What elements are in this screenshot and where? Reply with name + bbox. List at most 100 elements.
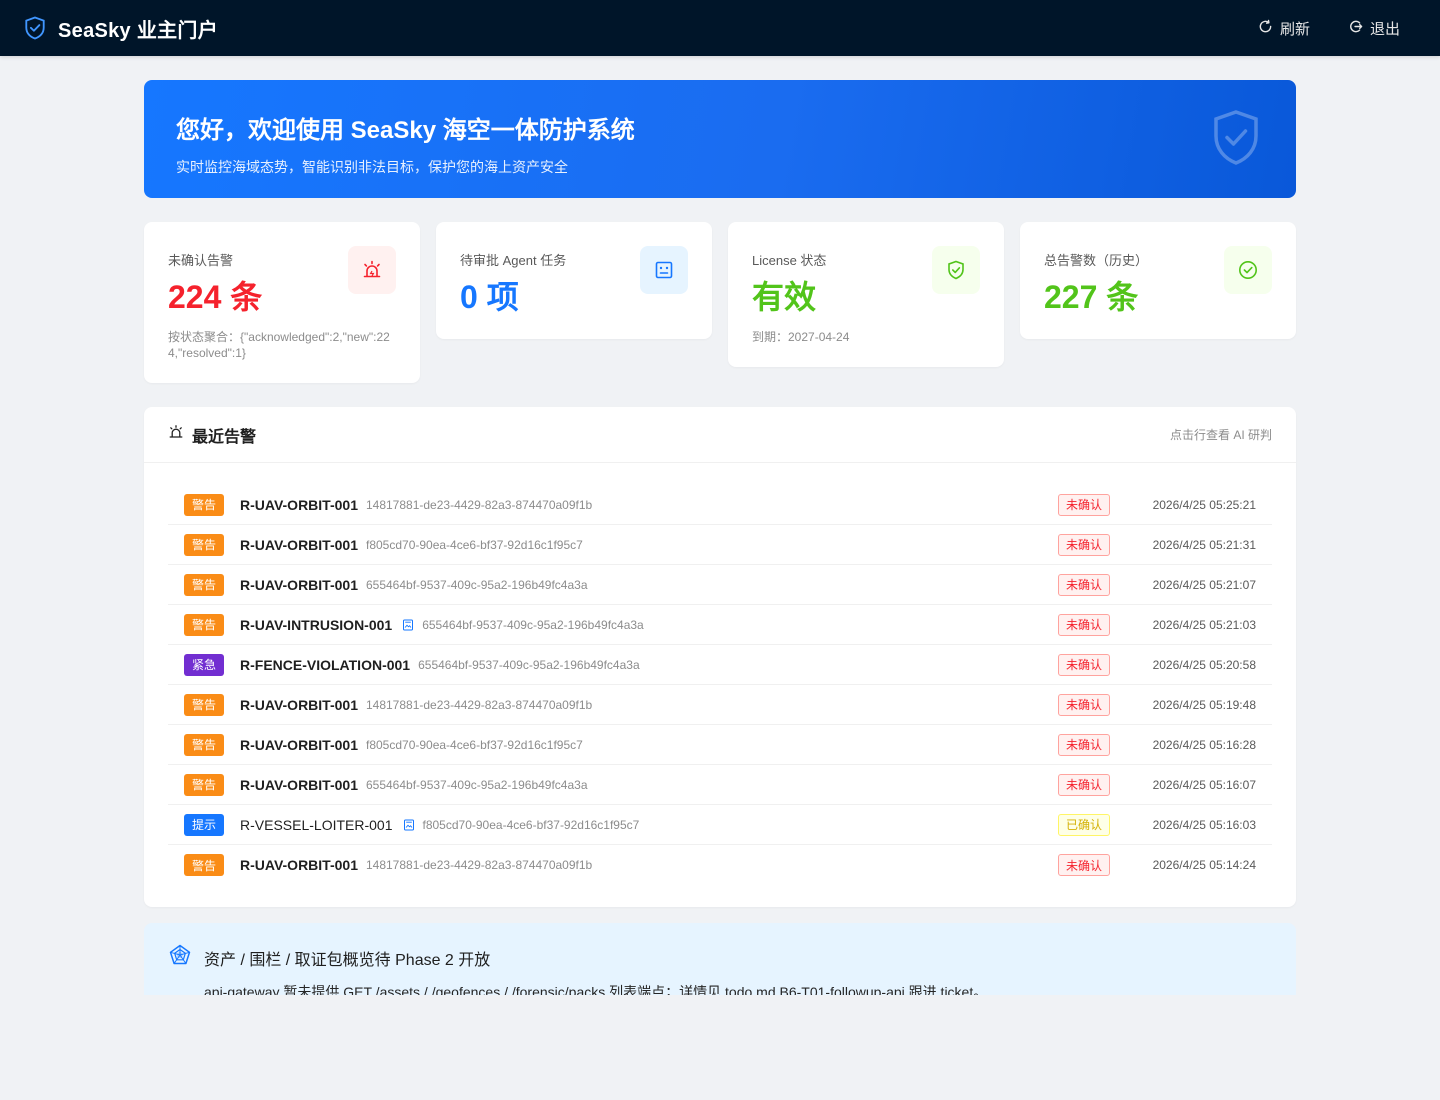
severity-tag: 警告 [184, 693, 224, 716]
alert-row[interactable]: 提示 R-VESSEL-LOITER-001 f805cd70-90ea-4ce6-… [168, 805, 1272, 845]
alert-row[interactable]: 警告 R-UAV-ORBIT-001 14817881-de23-4429-82a3… [168, 485, 1272, 525]
alert-time: 2026/4/25 05:14:24 [1152, 858, 1256, 872]
main-content: 您好，欢迎使用 SeaSky 海空一体防护系统 实时监控海域态势，智能识别非法目… [144, 80, 1296, 995]
phase2-notice-title-text: 资产 / 围栏 / 取证包概览待 Phase 2 开放 [204, 951, 491, 969]
alert-rule-id: R-UAV-ORBIT-001 [240, 857, 358, 873]
recent-alerts-card: 最近告警 点击行查看 AI 研判 警告 R-UAV-ORBIT-001 148178… [144, 407, 1296, 907]
alert-status-tag: 未确认 [1057, 573, 1110, 596]
alert-time: 2026/4/25 05:16:28 [1152, 737, 1256, 752]
recent-alerts-hint: 点击行查看 AI 研判 [1169, 428, 1272, 442]
banner-title: 您好，欢迎使用 SeaSky 海空一体防护系统 [176, 117, 635, 144]
alert-row[interactable]: 警告 R-UAV-ORBIT-001 655464bf-9537-409c-95a2… [168, 565, 1272, 605]
severity-tag: 警告 [184, 733, 224, 756]
brand: SeaSky 业主门户 [24, 14, 218, 43]
alarm-icon [348, 246, 396, 294]
recent-alerts-title: 最近告警 [168, 423, 256, 447]
shield-check-icon [1212, 109, 1260, 167]
alert-row[interactable]: 警告 R-UAV-ORBIT-001 f805cd70-90ea-4ce6-bf37… [168, 525, 1272, 565]
alert-row[interactable]: 紧急 R-FENCE-VIOLATION-001 655464bf-9537-409… [168, 645, 1272, 685]
banner-subtitle: 实时监控海域态势，智能识别非法目标，保护您的海上资产安全 [176, 159, 568, 175]
alert-rule-id: R-VESSEL-LOITER-001 [240, 816, 393, 833]
stat-card-agent-tasks: 待审批 Agent 任务 0 项 [436, 222, 712, 339]
alerts-list: 警告 R-UAV-ORBIT-001 14817881-de23-4429-82a3… [144, 463, 1296, 907]
top-navbar: SeaSky 业主门户 刷新 退出 [0, 0, 1440, 56]
alert-time: 2026/4/25 05:16:03 [1152, 817, 1256, 832]
safety-icon [932, 246, 980, 294]
alert-status-tag: 未确认 [1057, 533, 1110, 556]
alert-rule-id: R-UAV-ORBIT-001 [240, 576, 358, 593]
alert-target-id: 655464bf-9537-409c-95a2-196b49fc4a3a [365, 577, 588, 592]
robot-icon [640, 246, 688, 294]
top-actions: 刷新 退出 [1258, 18, 1400, 39]
alert-time: 2026/4/25 05:21:31 [1152, 537, 1256, 552]
alert-target-id: 14817881-de23-4429-82a3-874470a09f1b [365, 858, 593, 872]
alert-rule-id: R-UAV-ORBIT-001 [240, 696, 358, 713]
severity-tag: 警告 [184, 773, 224, 796]
shield-check-icon [24, 16, 46, 40]
image-icon [402, 619, 414, 631]
alert-time: 2026/4/25 05:20:58 [1152, 657, 1256, 672]
severity-tag: 警告 [184, 854, 224, 876]
alert-row[interactable]: 警告 R-UAV-ORBIT-001 f805cd70-90ea-4ce6-bf37… [168, 725, 1272, 765]
alert-target-id: f805cd70-90ea-4ce6-bf37-92d16c1f95c7 [422, 817, 640, 832]
alert-row[interactable]: 警告 R-UAV-INTRUSION-001 655464bf-9537-409c-… [168, 605, 1272, 645]
stat-card-total-alerts: 总告警数（历史） 227 条 [1020, 222, 1296, 339]
alert-status-tag: 未确认 [1057, 493, 1110, 516]
alert-rule-id: R-UAV-ORBIT-001 [240, 536, 358, 553]
reload-icon [1258, 19, 1273, 38]
alert-status-tag: 未确认 [1057, 653, 1110, 676]
alert-target-id: 655464bf-9537-409c-95a2-196b49fc4a3a [422, 617, 644, 632]
phase2-notice-description: api-gateway 暂未提供 GET /assets / /geofence… [204, 984, 988, 995]
alert-time: 2026/4/25 05:16:07 [1152, 777, 1256, 792]
stat-note: 到期：2027-04-24 [752, 330, 850, 344]
logout-icon [1348, 19, 1363, 38]
alert-status-tag: 未确认 [1057, 693, 1110, 716]
severity-tag: 警告 [184, 493, 224, 516]
alert-rule-id: R-UAV-ORBIT-001 [240, 736, 358, 753]
alert-target-id: f805cd70-90ea-4ce6-bf37-92d16c1f95c7 [365, 537, 583, 552]
alert-rule-id: R-UAV-ORBIT-001 [240, 496, 358, 513]
stat-note: 按状态聚合：{"acknowledged":2,"new":224,"resol… [168, 330, 390, 360]
stat-card-unack-alerts: 未确认告警 224 条 按状态聚合：{"acknowledged":2,"new… [144, 222, 420, 383]
image-icon [403, 819, 415, 831]
logout-button[interactable]: 退出 [1348, 18, 1400, 39]
alert-status-tag: 未确认 [1057, 613, 1110, 636]
severity-tag: 紧急 [184, 653, 224, 676]
alert-status-tag: 未确认 [1057, 773, 1110, 796]
alert-rule-id: R-UAV-ORBIT-001 [240, 776, 358, 793]
recent-alerts-title-text: 最近告警 [192, 428, 257, 446]
app-title: SeaSky 业主门户 [58, 19, 219, 42]
check-circle-icon [1224, 246, 1272, 294]
recent-alerts-header: 最近告警 点击行查看 AI 研判 [144, 407, 1296, 463]
alarm-icon [168, 424, 184, 445]
alert-rule-id: R-FENCE-VIOLATION-001 [240, 656, 411, 673]
refresh-label: 刷新 [1279, 20, 1310, 38]
radar-chart-icon [168, 943, 192, 972]
stats-row: 未确认告警 224 条 按状态聚合：{"acknowledged":2,"new… [144, 222, 1296, 383]
phase2-notice: 资产 / 围栏 / 取证包概览待 Phase 2 开放 api-gateway … [144, 923, 1296, 995]
severity-tag: 警告 [184, 573, 224, 596]
alert-target-id: 14817881-de23-4429-82a3-874470a09f1b [365, 697, 593, 712]
phase2-notice-title: 资产 / 围栏 / 取证包概览待 Phase 2 开放 [168, 943, 1272, 972]
logout-label: 退出 [1369, 20, 1400, 38]
welcome-banner: 您好，欢迎使用 SeaSky 海空一体防护系统 实时监控海域态势，智能识别非法目… [144, 80, 1296, 198]
alert-target-id: 14817881-de23-4429-82a3-874470a09f1b [365, 497, 593, 512]
severity-tag: 提示 [184, 813, 224, 836]
alert-target-id: f805cd70-90ea-4ce6-bf37-92d16c1f95c7 [365, 737, 583, 752]
alert-target-id: 655464bf-9537-409c-95a2-196b49fc4a3a [365, 777, 588, 792]
alert-status-tag: 未确认 [1057, 733, 1110, 756]
severity-tag: 警告 [184, 613, 224, 636]
alert-row[interactable]: 警告 R-UAV-ORBIT-001 14817881-de23-4429-82a3… [168, 685, 1272, 725]
alert-time: 2026/4/25 05:21:07 [1152, 577, 1256, 592]
severity-tag: 警告 [184, 533, 224, 556]
alert-time: 2026/4/25 05:25:21 [1152, 497, 1256, 512]
alert-target-id: 655464bf-9537-409c-95a2-196b49fc4a3a [418, 657, 640, 672]
alert-status-tag: 未确认 [1057, 854, 1110, 876]
alert-row[interactable]: 警告 R-UAV-ORBIT-001 655464bf-9537-409c-95a2… [168, 765, 1272, 805]
alert-time: 2026/4/25 05:19:48 [1152, 697, 1256, 712]
alert-row[interactable]: 警告 R-UAV-ORBIT-001 14817881-de23-4429-82a3… [168, 845, 1272, 885]
alert-status-tag: 已确认 [1057, 813, 1110, 836]
alert-time: 2026/4/25 05:21:03 [1152, 617, 1256, 632]
refresh-button[interactable]: 刷新 [1258, 18, 1310, 39]
alert-rule-id: R-UAV-INTRUSION-001 [240, 616, 393, 633]
